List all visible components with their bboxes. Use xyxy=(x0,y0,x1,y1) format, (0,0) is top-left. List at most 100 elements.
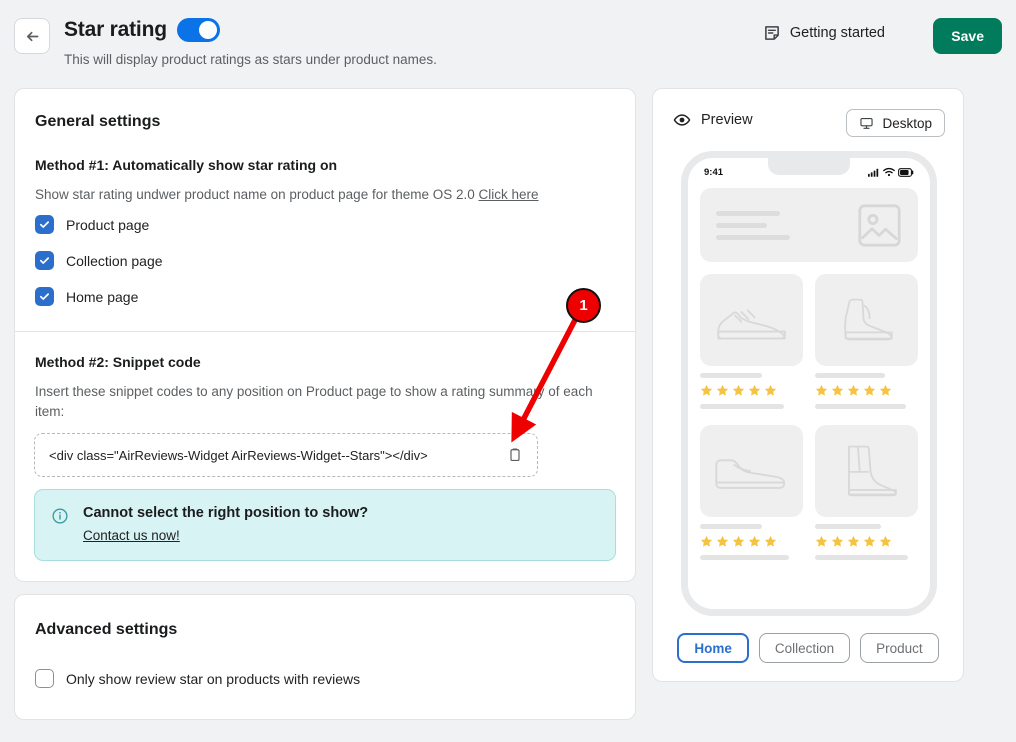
star-icon xyxy=(815,384,828,396)
product-image-high-heel-boot xyxy=(815,425,918,517)
star-icon xyxy=(879,384,892,396)
star-icon xyxy=(863,535,876,547)
product-title-placeholder xyxy=(815,373,886,378)
info-banner: Cannot select the right position to show… xyxy=(34,489,616,561)
star-rating-sneaker xyxy=(700,384,803,397)
method2-heading: Method #2: Snippet code xyxy=(35,354,201,370)
star-icon xyxy=(831,535,844,547)
checkbox-home-page[interactable] xyxy=(35,287,54,306)
placeholder-line xyxy=(716,234,790,240)
save-button[interactable]: Save xyxy=(933,18,1002,54)
signal-icon xyxy=(868,168,879,177)
info-circle-icon xyxy=(52,508,68,524)
method1-description-text: Show star rating undwer product name on … xyxy=(35,187,479,202)
phone-status-bar: 9:41 xyxy=(688,158,930,186)
star-icon xyxy=(847,535,860,547)
hero-banner xyxy=(700,188,918,262)
desktop-icon xyxy=(860,117,874,129)
page-title: Star rating xyxy=(64,18,167,41)
star-icon xyxy=(732,535,745,547)
phone-content xyxy=(688,188,930,560)
checkbox-label-collection-page: Collection page xyxy=(66,252,163,269)
title-row: Star rating xyxy=(64,18,220,42)
device-toggle-label: Desktop xyxy=(882,115,932,131)
star-icon xyxy=(764,384,777,396)
getting-started-label: Getting started xyxy=(789,25,885,41)
product-image-chelsea-boot xyxy=(815,274,918,366)
status-icons xyxy=(868,167,914,177)
app-root: Star rating This will display product ra… xyxy=(0,0,1016,742)
star-icon xyxy=(716,384,729,396)
getting-started-button[interactable]: Getting started xyxy=(763,24,885,42)
star-icon xyxy=(748,384,761,396)
note-icon xyxy=(765,26,779,40)
general-settings-card: General settings Method #1: Automaticall… xyxy=(14,88,636,582)
star-icon xyxy=(847,384,860,396)
snippet-code-text: <div class="AirReviews-Widget AirReviews… xyxy=(49,447,428,463)
product-card-high-heel-boot[interactable] xyxy=(815,425,918,560)
checkbox-row-only-show-with-reviews[interactable]: Only show review star on products with r… xyxy=(35,669,360,688)
tab-product[interactable]: Product xyxy=(860,633,939,663)
star-icon xyxy=(863,384,876,396)
toggle-knob xyxy=(198,21,217,39)
snippet-code-box[interactable]: <div class="AirReviews-Widget AirReviews… xyxy=(34,433,538,477)
general-settings-title: General settings xyxy=(35,113,161,130)
hero-placeholder-lines xyxy=(716,210,790,240)
check-icon xyxy=(39,257,50,264)
preview-card: Preview Desktop 9:41 Home Collection Pro… xyxy=(652,88,964,682)
product-meta-placeholder xyxy=(700,555,789,560)
status-time: 9:41 xyxy=(704,166,724,178)
sneaker-icon xyxy=(716,309,786,340)
copy-snippet-button[interactable] xyxy=(507,447,523,463)
phone-mockup: 9:41 xyxy=(681,151,937,616)
preview-header: Preview xyxy=(673,111,753,129)
product-card-chelsea-boot[interactable] xyxy=(815,274,918,409)
product-title-placeholder xyxy=(700,373,762,378)
star-icon xyxy=(748,535,761,547)
placeholder-line xyxy=(716,210,780,216)
checkbox-only-show-with-reviews[interactable] xyxy=(35,669,54,688)
checkbox-row-home-page[interactable]: Home page xyxy=(35,287,138,306)
product-title-placeholder xyxy=(815,524,881,529)
product-meta-placeholder xyxy=(700,404,785,409)
star-icon xyxy=(732,384,745,396)
checkbox-label-only-show-with-reviews: Only show review star on products with r… xyxy=(66,670,361,687)
star-icon xyxy=(764,535,777,547)
checkbox-collection-page[interactable] xyxy=(35,251,54,270)
page-subtitle: This will display product ratings as sta… xyxy=(64,52,437,67)
preview-label: Preview xyxy=(701,112,753,128)
product-image-loafer xyxy=(700,425,803,517)
high-heel-boot-icon xyxy=(847,445,897,497)
product-meta-placeholder xyxy=(815,555,908,560)
tab-collection[interactable]: Collection xyxy=(758,633,851,663)
product-card-sneaker[interactable] xyxy=(700,274,803,409)
star-icon xyxy=(700,384,713,396)
method1-description: Show star rating undwer product name on … xyxy=(35,185,615,205)
contact-us-link[interactable]: Contact us now! xyxy=(83,528,180,543)
star-icon xyxy=(879,535,892,547)
battery-icon xyxy=(898,167,914,177)
preview-tabs: Home Collection Product xyxy=(653,633,963,663)
page-header: Star rating This will display product ra… xyxy=(0,0,1016,80)
info-banner-title: Cannot select the right position to show… xyxy=(83,505,369,521)
chelsea-boot-icon xyxy=(843,298,893,341)
tab-home[interactable]: Home xyxy=(677,633,749,663)
product-card-loafer[interactable] xyxy=(700,425,803,560)
back-button[interactable] xyxy=(14,18,50,54)
loafer-icon xyxy=(714,459,785,489)
info-banner-content: Cannot select the right position to show… xyxy=(83,505,368,545)
star-rating-high-heel-boot xyxy=(815,535,918,548)
click-here-link[interactable]: Click here xyxy=(479,187,539,202)
checkbox-label-home-page: Home page xyxy=(66,288,139,305)
star-icon xyxy=(831,384,844,396)
product-grid xyxy=(700,274,918,560)
device-toggle-button[interactable]: Desktop xyxy=(846,109,945,137)
checkbox-product-page[interactable] xyxy=(35,215,54,234)
method1-heading: Method #1: Automatically show star ratin… xyxy=(35,157,338,173)
method2-description: Insert these snippet codes to any positi… xyxy=(35,384,593,419)
wifi-icon xyxy=(883,167,895,177)
star-icon xyxy=(700,535,713,547)
star-rating-toggle[interactable] xyxy=(176,18,220,42)
checkbox-row-product-page[interactable]: Product page xyxy=(35,215,149,234)
checkbox-row-collection-page[interactable]: Collection page xyxy=(35,251,163,270)
